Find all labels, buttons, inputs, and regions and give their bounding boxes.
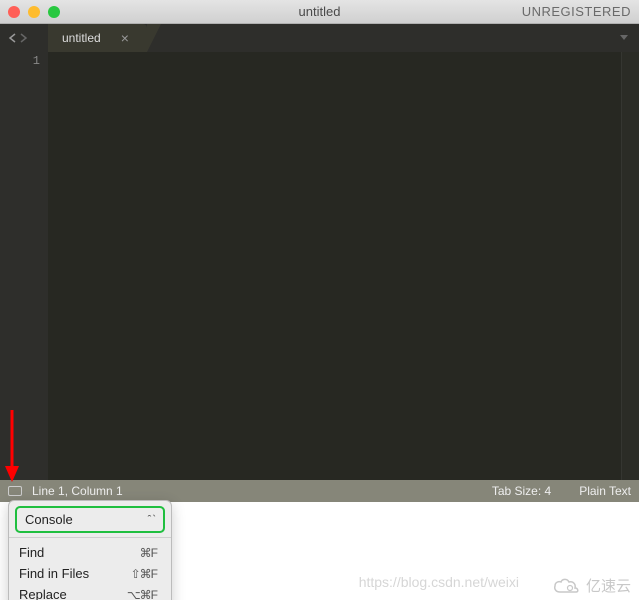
- line-gutter: 1: [0, 52, 48, 480]
- nav-back-icon[interactable]: [6, 32, 18, 44]
- cloud-icon: [552, 576, 580, 596]
- unregistered-label: UNREGISTERED: [522, 4, 639, 19]
- close-tab-icon[interactable]: ×: [121, 30, 129, 46]
- watermark-brand: 亿速云: [552, 575, 631, 596]
- menu-shortcut: ⇧⌘F: [131, 567, 157, 581]
- menu-label: Find: [19, 545, 140, 560]
- menu-item-find-in-files[interactable]: Find in Files ⇧⌘F: [9, 563, 171, 584]
- nav-forward-icon[interactable]: [18, 32, 30, 44]
- title-bar: untitled UNREGISTERED: [0, 0, 639, 24]
- menu-label: Replace: [19, 587, 127, 600]
- editor-content[interactable]: [48, 52, 639, 480]
- line-number: 1: [0, 54, 40, 68]
- menu-shortcut: ⌘F: [140, 546, 157, 560]
- minimap[interactable]: [621, 52, 639, 480]
- tab-bar: untitled ×: [0, 24, 639, 52]
- menu-item-find[interactable]: Find ⌘F: [9, 542, 171, 563]
- editor-area: 1: [0, 52, 639, 480]
- status-syntax[interactable]: Plain Text: [579, 484, 631, 498]
- tab-label: untitled: [62, 31, 101, 45]
- minimize-window-button[interactable]: [28, 6, 40, 18]
- menu-separator: [9, 537, 171, 538]
- status-bar: Line 1, Column 1 Tab Size: 4 Plain Text: [0, 480, 639, 502]
- menu-label: Find in Files: [19, 566, 131, 581]
- panel-switcher-icon[interactable]: [8, 486, 22, 496]
- context-menu: Console ˆ ` Find ⌘F Find in Files ⇧⌘F Re…: [8, 500, 172, 600]
- menu-label: Console: [25, 512, 148, 527]
- close-window-button[interactable]: [8, 6, 20, 18]
- status-line-col[interactable]: Line 1, Column 1: [32, 484, 123, 498]
- menu-shortcut: ⌥⌘F: [127, 588, 157, 600]
- tab-overflow-icon[interactable]: [619, 29, 639, 47]
- menu-item-replace[interactable]: Replace ⌥⌘F: [9, 584, 171, 600]
- watermark-url: https://blog.csdn.net/weixi: [359, 574, 519, 590]
- maximize-window-button[interactable]: [48, 6, 60, 18]
- status-tab-size[interactable]: Tab Size: 4: [492, 484, 551, 498]
- tab-untitled[interactable]: untitled ×: [48, 24, 147, 52]
- window-title: untitled: [299, 4, 341, 19]
- menu-shortcut: ˆ `: [148, 514, 155, 526]
- menu-item-console[interactable]: Console ˆ `: [15, 506, 165, 533]
